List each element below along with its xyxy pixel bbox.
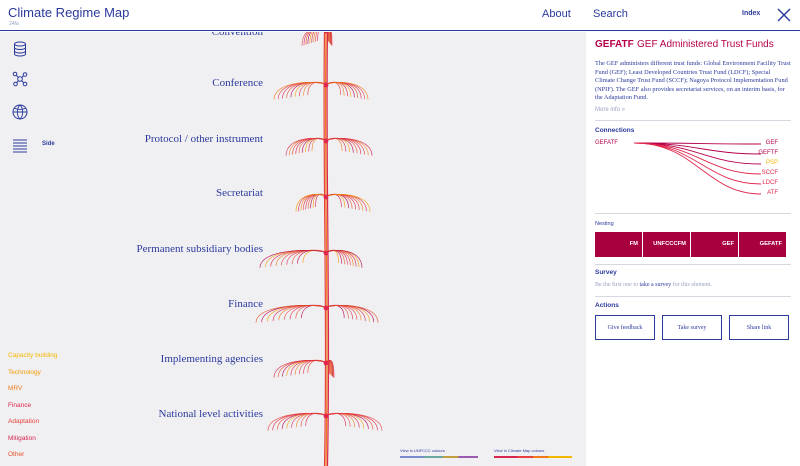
legend-item[interactable]: Adaptation: [8, 418, 39, 425]
level-node[interactable]: [323, 138, 329, 144]
connection-arc[interactable]: [307, 32, 326, 45]
nesting-cell[interactable]: GEFATF: [739, 232, 786, 257]
list-icon[interactable]: [11, 136, 29, 154]
actions-title: Actions: [595, 302, 619, 309]
connection-target[interactable]: SCCF: [762, 170, 778, 176]
level-node[interactable]: [323, 194, 329, 200]
level-label[interactable]: National level activities: [159, 408, 263, 420]
view-climate-map-colours-link[interactable]: View in Climate Map colours: [494, 448, 544, 453]
top-bar: Climate Regime Map 24fa About Search Ind…: [0, 0, 800, 31]
nesting-bar: FM UNFCCCFM GEF GEFATF: [595, 232, 786, 257]
level-label[interactable]: Conference: [212, 77, 263, 89]
connection-target[interactable]: GEF: [766, 140, 778, 146]
connection-arc[interactable]: [325, 193, 346, 208]
detail-panel: GEFATF GEF Administered Trust Funds The …: [586, 32, 800, 466]
give-feedback-button[interactable]: Give feedback: [595, 315, 655, 340]
nesting-title: Nesting: [595, 221, 614, 227]
legend-item[interactable]: Technology: [8, 369, 41, 376]
climate-map-colour-swatch: [494, 456, 572, 458]
close-icon[interactable]: [774, 5, 794, 25]
legend-item[interactable]: Capacity building: [8, 352, 58, 359]
connection-arc[interactable]: [325, 81, 345, 96]
level-node[interactable]: [323, 360, 329, 366]
network-icon[interactable]: [11, 70, 29, 88]
globe-icon[interactable]: [11, 103, 29, 121]
nesting-cell[interactable]: FM: [595, 232, 643, 257]
level-label[interactable]: Secretariat: [216, 187, 263, 199]
database-icon[interactable]: [11, 40, 29, 58]
divider: [595, 213, 791, 214]
element-name: GEF Administered Trust Funds: [637, 39, 774, 50]
survey-title: Survey: [595, 269, 617, 276]
connection-arc[interactable]: [303, 32, 326, 46]
connection-target[interactable]: LDCF: [762, 180, 778, 186]
take-survey-button[interactable]: Take survey: [662, 315, 722, 340]
legend-item[interactable]: Other: [8, 451, 24, 458]
connection-target[interactable]: PSP: [766, 160, 778, 166]
legend-item[interactable]: Finance: [8, 402, 31, 409]
take-survey-link[interactable]: take a survey: [640, 282, 672, 288]
legend-item[interactable]: MRV: [8, 385, 22, 392]
element-description: The GEF administers different trust fund…: [595, 60, 791, 102]
divider: [595, 296, 791, 297]
level-node[interactable]: [323, 305, 329, 311]
connection-target[interactable]: ATF: [767, 190, 778, 196]
level-label[interactable]: Protocol / other instrument: [145, 133, 263, 145]
level-label[interactable]: Implementing agencies: [161, 353, 263, 365]
share-link-button[interactable]: Share link: [729, 315, 789, 340]
view-unfccc-colours-link[interactable]: View in UNFCCC colours: [400, 448, 445, 453]
connection-arc[interactable]: [308, 137, 327, 152]
connections-title: Connections: [595, 127, 635, 134]
connection-arc[interactable]: [301, 304, 327, 319]
level-label[interactable]: Finance: [228, 298, 263, 310]
index-link[interactable]: Index: [742, 10, 760, 17]
connection-arc[interactable]: [302, 249, 327, 264]
connection-arc[interactable]: [325, 412, 346, 427]
app-title[interactable]: Climate Regime Map: [8, 5, 129, 20]
connection-link: [633, 142, 762, 195]
divider: [595, 264, 791, 265]
nesting-cell[interactable]: UNFCCCFM: [643, 232, 691, 257]
app-subtitle: 24fa: [9, 21, 19, 27]
divider: [595, 120, 791, 121]
level-node[interactable]: [323, 82, 329, 88]
survey-text: Be the first one to take a survey for th…: [595, 282, 712, 288]
regime-map[interactable]: [0, 32, 586, 466]
level-label[interactable]: Convention: [212, 32, 263, 38]
unfccc-colour-swatch: [400, 456, 478, 458]
element-code: GEFATF: [595, 39, 634, 50]
level-label[interactable]: Permanent subsidiary bodies: [137, 243, 263, 255]
side-label[interactable]: Side: [42, 141, 55, 147]
map-area[interactable]: Convention Conference Protocol / other ins…: [0, 32, 586, 466]
connection-source[interactable]: GEFATF: [595, 140, 618, 146]
legend-item[interactable]: Mitigation: [8, 435, 36, 442]
connection-arc[interactable]: [305, 412, 327, 427]
more-info-link[interactable]: More info »: [595, 107, 625, 113]
level-node[interactable]: [323, 250, 329, 256]
search-link[interactable]: Search: [593, 8, 628, 20]
connection-target[interactable]: GEFTF: [758, 150, 778, 156]
about-link[interactable]: About: [542, 8, 571, 20]
level-node[interactable]: [323, 413, 329, 419]
nesting-cell[interactable]: GEF: [691, 232, 739, 257]
